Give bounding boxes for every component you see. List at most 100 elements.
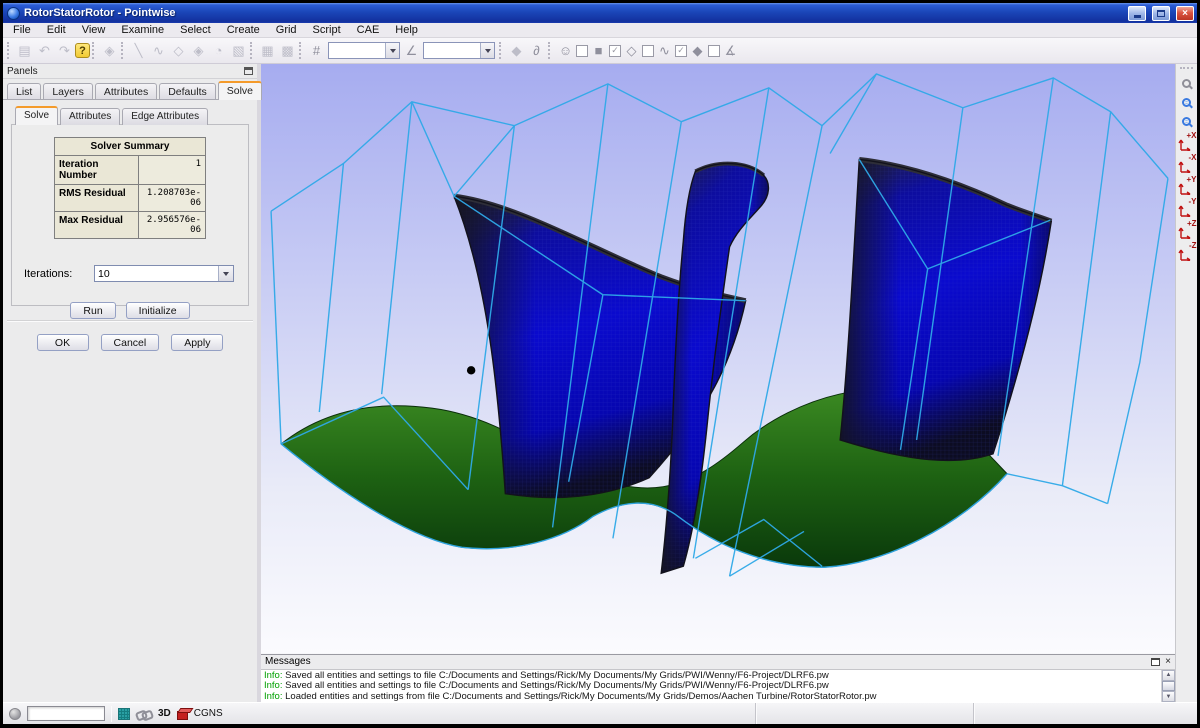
view-plus-x-button[interactable]: +X [1177, 132, 1197, 152]
menu-create[interactable]: Create [219, 23, 268, 37]
create-domain-icon[interactable]: ◇ [169, 41, 188, 60]
help-icon[interactable]: ? [75, 43, 90, 58]
show-spacings-icon[interactable]: ◆ [688, 41, 707, 60]
toolbar-grip[interactable] [121, 42, 126, 59]
menu-view[interactable]: View [74, 23, 114, 37]
toolbar: ▤↶↷? ◈ ╲∿◇◈◔▧ ▦▩ # ∠ ◆∂ ☺■◇∿◆∡ [3, 38, 1197, 64]
menu-edit[interactable]: Edit [39, 23, 74, 37]
menu-bar: FileEditViewExamineSelectCreateGridScrip… [3, 23, 1197, 38]
angle-icon[interactable]: ∠ [402, 41, 421, 60]
show-points-icon[interactable]: ∡ [721, 41, 740, 60]
close-button[interactable]: × [1176, 6, 1194, 21]
structured-grid-icon[interactable]: ▦ [258, 41, 277, 60]
mask-layers-icon[interactable]: ◈ [100, 41, 119, 60]
view-minus-x-button[interactable]: -X [1177, 154, 1197, 174]
iterations-combobox[interactable]: 10 [94, 265, 234, 282]
toolbar-grip[interactable] [92, 42, 97, 59]
tab-defaults[interactable]: Defaults [159, 83, 216, 100]
view-plus-z-button[interactable]: +Z [1177, 220, 1197, 240]
close-messages-icon[interactable]: × [1165, 657, 1171, 667]
undo-icon[interactable]: ↶ [35, 41, 54, 60]
domains-visibility-checkbox[interactable] [642, 45, 654, 57]
toolbar-grip[interactable] [7, 42, 12, 59]
ok-button[interactable]: OK [37, 334, 89, 351]
show-domains-icon[interactable]: ◇ [622, 41, 641, 60]
undock-panel-icon[interactable] [244, 67, 253, 75]
create-block-icon[interactable]: ▧ [229, 41, 248, 60]
subtab-attributes[interactable]: Attributes [60, 108, 120, 125]
angle-combobox[interactable] [423, 42, 495, 59]
derivative-icon[interactable]: ∂ [527, 41, 546, 60]
scroll-down-icon[interactable]: ▼ [1162, 691, 1175, 702]
save-icon[interactable]: ▤ [15, 41, 34, 60]
blocks-visibility-checkbox[interactable] [609, 45, 621, 57]
solve-pane: Solver Summary Iteration Number 1 RMS Re… [11, 124, 249, 306]
connectors-visibility-checkbox[interactable] [675, 45, 687, 57]
progress-bar [27, 706, 105, 721]
view-toolbar: +X -X +Y [1175, 64, 1197, 702]
chevron-down-icon[interactable] [480, 43, 494, 58]
app-logo-icon [7, 7, 20, 20]
show-databases-icon[interactable]: ☺ [556, 41, 575, 60]
panels-title-bar[interactable]: Panels [3, 64, 257, 79]
toolbar-grip[interactable] [499, 42, 504, 59]
spacings-visibility-checkbox[interactable] [708, 45, 720, 57]
messages-title-bar[interactable]: Messages × [261, 655, 1175, 669]
title-bar[interactable]: RotorStatorRotor - Pointwise × [3, 3, 1197, 23]
magnifier-icon [1182, 79, 1191, 88]
chevron-down-icon[interactable] [218, 266, 233, 281]
view-plus-y-button[interactable]: +Y [1177, 176, 1197, 196]
subtab-edge-attributes[interactable]: Edge Attributes [122, 108, 208, 125]
zoom-extents-button[interactable] [1178, 94, 1195, 111]
run-button[interactable]: Run [70, 302, 115, 319]
orient-icon[interactable]: ◆ [507, 41, 526, 60]
restore-button[interactable] [1152, 6, 1170, 21]
view-minus-z-button[interactable]: -Z [1177, 242, 1197, 262]
show-blocks-icon[interactable]: ■ [589, 41, 608, 60]
minimize-button[interactable] [1128, 6, 1146, 21]
menu-script[interactable]: Script [305, 23, 349, 37]
menu-grid[interactable]: Grid [268, 23, 305, 37]
redo-icon[interactable]: ↷ [55, 41, 74, 60]
initialize-button[interactable]: Initialize [126, 302, 190, 319]
chevron-down-icon[interactable] [385, 43, 399, 58]
zoom-selection-button[interactable] [1178, 113, 1195, 130]
selected-point[interactable] [467, 366, 475, 374]
databases-visibility-checkbox[interactable] [576, 45, 588, 57]
toolbar-grip[interactable] [250, 42, 255, 59]
create-curve-icon[interactable]: ∿ [149, 41, 168, 60]
scroll-up-icon[interactable]: ▲ [1162, 670, 1175, 681]
undock-messages-icon[interactable] [1151, 658, 1160, 666]
cancel-button[interactable]: Cancel [101, 334, 160, 351]
subtab-solve[interactable]: Solve [15, 106, 58, 125]
view-minus-y-button[interactable]: -Y [1177, 198, 1197, 218]
viewport-3d-scene[interactable] [261, 64, 1175, 654]
panels-title: Panels [7, 66, 38, 77]
unstructured-grid-icon[interactable]: ▩ [278, 41, 297, 60]
angle-value [424, 43, 480, 58]
tab-list[interactable]: List [7, 83, 41, 100]
toolbar-grip[interactable] [1180, 67, 1193, 72]
grid-level-combobox[interactable] [328, 42, 400, 59]
menu-examine[interactable]: Examine [113, 23, 172, 37]
show-connectors-icon[interactable]: ∿ [655, 41, 674, 60]
dimension-label: 3D [158, 708, 171, 719]
scrollbar-thumb[interactable] [1162, 681, 1175, 692]
messages-scrollbar[interactable]: ▲ ▼ [1161, 670, 1175, 702]
menu-help[interactable]: Help [387, 23, 426, 37]
zoom-previous-button[interactable] [1178, 75, 1195, 92]
menu-file[interactable]: File [5, 23, 39, 37]
grid-level-icon[interactable]: # [307, 41, 326, 60]
create-domain-mesh-icon[interactable]: ◈ [189, 41, 208, 60]
apply-button[interactable]: Apply [171, 334, 223, 351]
toolbar-grip[interactable] [548, 42, 553, 59]
tab-layers[interactable]: Layers [43, 83, 93, 100]
create-connector-icon[interactable]: ╲ [129, 41, 148, 60]
tab-attributes[interactable]: Attributes [95, 83, 157, 100]
extrude-icon[interactable]: ◔ [209, 41, 228, 60]
menu-cae[interactable]: CAE [349, 23, 388, 37]
toolbar-grip[interactable] [299, 42, 304, 59]
tab-solve[interactable]: Solve [218, 81, 262, 100]
menu-select[interactable]: Select [172, 23, 219, 37]
messages-list[interactable]: Info: Saved all entities and settings to… [261, 669, 1175, 702]
